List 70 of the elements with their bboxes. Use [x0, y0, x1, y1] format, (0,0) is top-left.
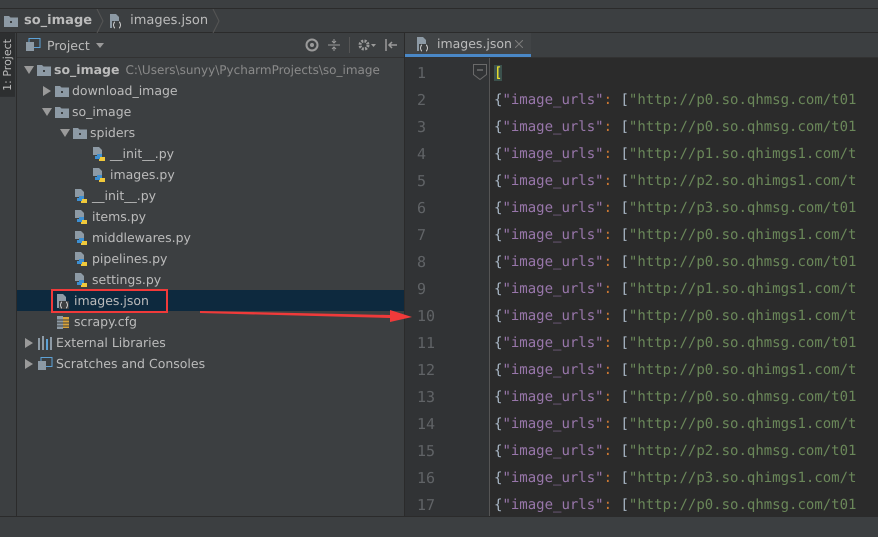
tree-item[interactable]: External Libraries — [17, 332, 404, 353]
settings-icon[interactable] — [358, 38, 376, 52]
code-line: {"image_urls": ["http://p0.so.qhimgs1.com/t — [494, 361, 856, 380]
tree-item[interactable]: so_image C:\Users\sunyy\PycharmProjects\so_image — [17, 59, 404, 80]
python-file-icon — [73, 230, 89, 246]
code-line: {"image_urls": ["http://p0.so.qhimgs1.com/t — [494, 307, 856, 326]
chevron-separator-icon — [212, 8, 220, 32]
tree-item[interactable]: images.json — [17, 290, 404, 311]
path-hint: C:\Users\sunyy\PycharmProjects\so_image — [125, 62, 380, 76]
libraries-icon — [37, 336, 53, 350]
hide-panel-icon[interactable] — [384, 38, 398, 52]
tree-item[interactable]: download_image — [17, 80, 404, 101]
folder-icon — [4, 14, 18, 26]
panel-title[interactable]: Project — [25, 38, 104, 52]
expanded-arrow-icon[interactable] — [42, 108, 52, 116]
close-icon[interactable] — [514, 40, 523, 48]
tree-item[interactable]: images.py — [17, 164, 404, 185]
tree-item[interactable]: middlewares.py — [17, 227, 404, 248]
folder-icon — [37, 64, 51, 76]
caret-icon — [96, 42, 104, 48]
tree-item[interactable]: so_image — [17, 101, 404, 122]
collapsed-arrow-icon[interactable] — [43, 86, 51, 96]
chevron-separator-icon — [96, 8, 104, 32]
breadcrumb[interactable]: images.json — [108, 12, 208, 28]
tree-item[interactable]: __init__.py — [17, 143, 404, 164]
python-file-icon — [73, 250, 89, 266]
code-line: {"image_urls": ["http://p0.so.qhimgs1.com/t — [494, 226, 856, 245]
code-line: {"image_urls": ["http://p0.so.qhmsg.com/t01 — [494, 91, 856, 110]
code-line: {"image_urls": ["http://p2.so.qhmsg.com/t01 — [494, 442, 856, 461]
tree-item[interactable]: pipelines.py — [17, 248, 404, 269]
target-icon[interactable] — [305, 38, 319, 52]
expanded-arrow-icon[interactable] — [60, 128, 70, 136]
fold-marker-icon[interactable] — [473, 64, 487, 80]
code-line: {"image_urls": ["http://p0.so.qhmsg.com/t01 — [494, 388, 856, 407]
code-line: {"image_urls": ["http://p1.so.qhimgs1.com/t — [494, 145, 856, 164]
code-line: {"image_urls": ["http://p0.so.qhmsg.com/t01 — [494, 253, 856, 272]
tree-item[interactable]: spiders — [17, 122, 404, 143]
folder-icon — [55, 106, 69, 118]
code-line: {"image_urls": ["http://p0.so.qhimgs1.com/t — [494, 415, 856, 434]
collapsed-arrow-icon[interactable] — [25, 358, 33, 368]
python-file-icon — [73, 188, 89, 204]
tree-item[interactable]: __init__.py — [17, 185, 404, 206]
python-file-icon — [91, 146, 107, 162]
python-file-icon — [91, 166, 107, 182]
expanded-arrow-icon[interactable] — [24, 66, 34, 74]
editor-tab[interactable]: images.json — [405, 33, 531, 57]
code-line: {"image_urls": ["http://p3.so.qhmsg.com/t01 — [494, 199, 856, 218]
tree-item[interactable]: scrapy.cfg — [17, 311, 404, 332]
project-tool-tab[interactable]: 1: Project — [0, 33, 15, 97]
collapsed-arrow-icon[interactable] — [25, 338, 33, 348]
code-line: {"image_urls": ["http://p2.so.qhimgs1.com/t — [494, 172, 856, 191]
breadcrumb[interactable]: so_image — [4, 13, 92, 28]
folder-icon — [55, 84, 69, 96]
code-line: {"image_urls": ["http://p0.so.qhmsg.com/t01 — [494, 496, 856, 515]
python-file-icon — [73, 272, 89, 288]
config-file-icon — [55, 314, 71, 330]
python-file-icon — [73, 208, 89, 224]
code-line: {"image_urls": ["http://p1.so.qhimgs1.com/t — [494, 280, 856, 299]
tree-item[interactable]: items.py — [17, 206, 404, 227]
code-line: {"image_urls": ["http://p0.so.qhmsg.com/t01 — [494, 334, 856, 353]
tree-item[interactable]: settings.py — [17, 269, 404, 290]
code-line: {"image_urls": ["http://p0.so.qhmsg.com/t01 — [494, 118, 856, 137]
collapse-icon[interactable] — [327, 38, 341, 52]
json-file-icon — [415, 36, 431, 52]
tree-item[interactable]: Scratches and Consoles — [17, 353, 404, 374]
console-icon — [37, 356, 53, 370]
project-view-icon — [25, 38, 41, 52]
json-file-icon — [55, 292, 71, 308]
code-line: {"image_urls": ["http://p3.so.qhimgs1.com/t — [494, 469, 856, 488]
folder-icon — [73, 126, 87, 138]
